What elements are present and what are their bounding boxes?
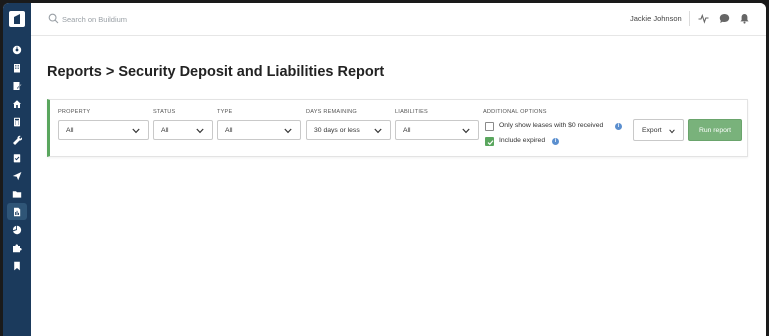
status-label: STATUS	[153, 109, 176, 115]
liabilities-select[interactable]: All	[395, 120, 479, 140]
sidebar-item-associations[interactable]	[7, 95, 27, 112]
info-icon[interactable]: i	[615, 123, 622, 130]
additional-options-label: ADDITIONAL OPTIONS	[483, 109, 547, 115]
sidebar-nav	[7, 41, 27, 275]
include-expired-checkbox[interactable]	[485, 137, 494, 146]
folder-icon	[12, 190, 22, 198]
sidebar-item-tasks[interactable]	[7, 149, 27, 166]
chevron-down-icon	[284, 128, 292, 134]
days-remaining-value: 30 days or less	[314, 126, 360, 134]
activity-icon[interactable]	[698, 13, 709, 24]
sidebar-item-analytics[interactable]	[7, 221, 27, 238]
liabilities-label: LIABILITIES	[395, 109, 428, 115]
days-remaining-label: DAYS REMAINING	[306, 109, 357, 115]
export-button[interactable]: Export	[633, 119, 684, 141]
type-select[interactable]: All	[217, 120, 301, 140]
chevron-down-icon	[462, 128, 470, 134]
chevron-down-icon	[132, 128, 140, 134]
report-title: > Security Deposit and Liabilities Repor…	[101, 64, 385, 80]
send-icon	[12, 171, 22, 180]
property-value: All	[66, 126, 74, 134]
sidebar-item-marketplace[interactable]	[7, 239, 27, 256]
puzzle-icon	[13, 243, 22, 252]
wrench-icon	[13, 135, 22, 145]
buildium-logo[interactable]	[9, 11, 25, 27]
topbar-divider	[689, 11, 690, 26]
breadcrumb-reports[interactable]: Reports	[47, 64, 102, 80]
bell-icon[interactable]	[739, 13, 750, 24]
user-menu[interactable]: Jackie Johnson	[630, 14, 682, 23]
days-remaining-select[interactable]: 30 days or less	[306, 120, 391, 140]
sidebar-item-accounting[interactable]	[7, 113, 27, 130]
liabilities-value: All	[403, 126, 411, 134]
chevron-down-icon	[196, 128, 204, 134]
home-icon	[13, 99, 21, 108]
sidebar-item-bookmarks[interactable]	[7, 257, 27, 274]
info-icon[interactable]: i	[552, 138, 559, 145]
only-zero-received-checkbox[interactable]	[485, 122, 494, 131]
sidebar-item-reports[interactable]	[7, 203, 27, 220]
chat-icon[interactable]	[719, 13, 730, 24]
logo-mark	[14, 14, 20, 24]
sidebar-item-dashboard[interactable]	[7, 41, 27, 58]
bookmark-icon	[14, 261, 20, 270]
sidebar-item-maintenance[interactable]	[7, 131, 27, 148]
page-title: Reports > Security Deposit and Liabiliti…	[47, 64, 384, 80]
lease-icon	[13, 81, 22, 90]
search-input[interactable]	[62, 11, 262, 27]
status-value: All	[161, 126, 169, 134]
sidebar-item-communication[interactable]	[7, 167, 27, 184]
sidebar	[3, 3, 31, 336]
run-report-button[interactable]: Run report	[688, 119, 742, 141]
dashboard-icon	[12, 45, 22, 54]
sidebar-item-leasing[interactable]	[7, 77, 27, 94]
only-zero-received-label[interactable]: Only show leases with $0 received	[499, 122, 603, 129]
reports-icon	[14, 207, 21, 216]
property-select[interactable]: All	[58, 120, 149, 140]
report-filters-panel: PROPERTY All STATUS All TYPE All DAYS RE…	[47, 99, 748, 157]
sidebar-item-files[interactable]	[7, 185, 27, 202]
sidebar-item-rentals[interactable]	[7, 59, 27, 76]
analytics-icon	[12, 225, 22, 234]
search-icon	[48, 13, 59, 24]
tasks-icon	[13, 153, 21, 162]
export-label: Export	[642, 126, 662, 134]
top-bar: Jackie Johnson	[31, 3, 766, 36]
chevron-down-icon	[669, 128, 675, 133]
type-value: All	[225, 126, 233, 134]
status-select[interactable]: All	[153, 120, 213, 140]
include-expired-label[interactable]: Include expired	[499, 137, 545, 144]
building-icon	[14, 63, 20, 72]
run-report-label: Run report	[698, 126, 732, 134]
property-label: PROPERTY	[58, 109, 91, 115]
type-label: TYPE	[217, 109, 233, 115]
chevron-down-icon	[374, 128, 382, 134]
app-window: Jackie Johnson Reports > Security Deposi…	[3, 3, 766, 336]
accounting-icon	[14, 117, 20, 126]
checkmark-icon	[487, 139, 493, 145]
